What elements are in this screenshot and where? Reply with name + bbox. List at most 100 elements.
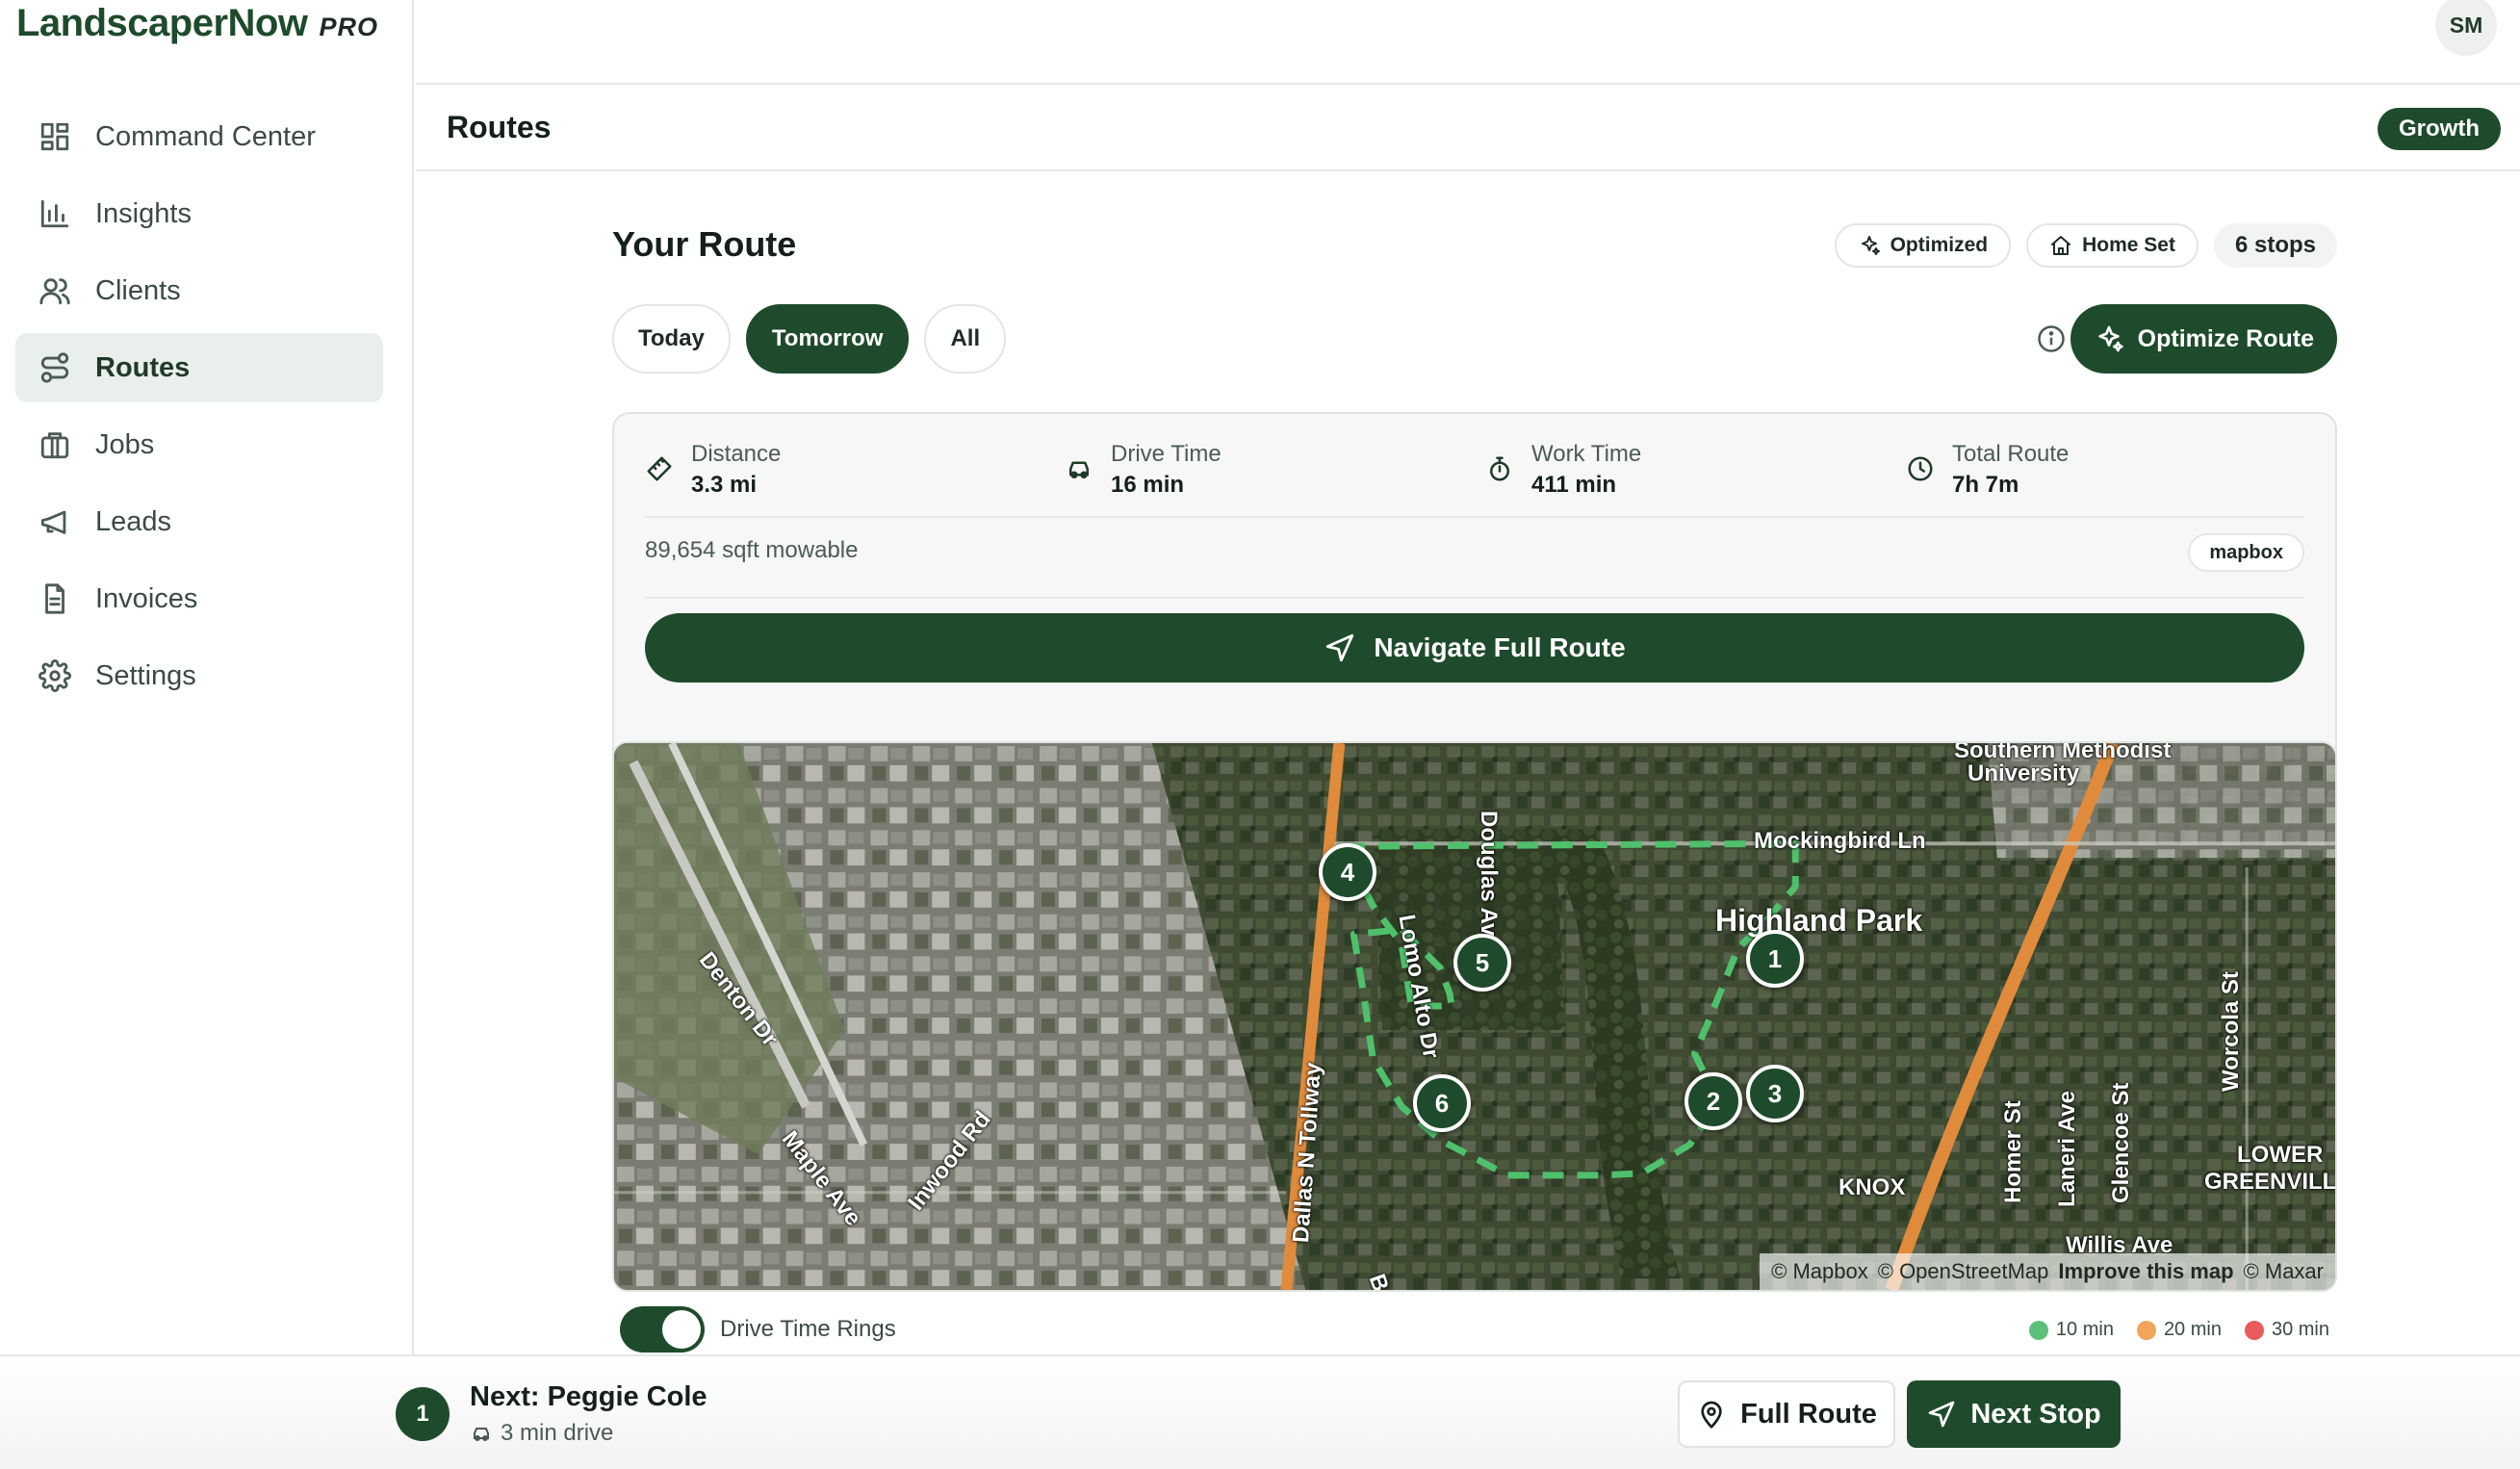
sidebar-item-label: Clients (95, 274, 181, 306)
legend-dot (2136, 1320, 2156, 1340)
avatar[interactable]: SM (2435, 0, 2497, 56)
stat-work-time: Work Time 411 min (1485, 441, 1641, 499)
map-label-smu-2: University (1967, 760, 2080, 786)
stat-label: Drive Time (1111, 441, 1221, 467)
legend-dot (2028, 1320, 2048, 1340)
stops-count-chip: 6 stops (2213, 223, 2337, 268)
stat-value: 16 min (1111, 472, 1185, 498)
route-stop-marker[interactable]: 1 (1746, 930, 1804, 988)
route-stop-marker[interactable]: 5 (1453, 934, 1511, 992)
optimized-chip: Optimized (1834, 223, 2012, 268)
map-provider-badge: mapbox (2188, 533, 2304, 572)
sidebar-item-command-center[interactable]: Command Center (15, 102, 383, 171)
divider (645, 597, 2304, 599)
map-label-worcola: Worcola St (2218, 971, 2244, 1092)
divider (645, 516, 2304, 518)
optimized-chip-label: Optimized (1890, 234, 1989, 256)
stat-label: Distance (691, 441, 782, 467)
attribution-maxar-link[interactable]: © Maxar (2244, 1259, 2324, 1284)
briefcase-icon (40, 432, 69, 459)
map-attribution: © Mapbox © OpenStreetMap Improve this ma… (1760, 1253, 2335, 1290)
sidebar-item-label: Insights (95, 197, 192, 229)
stopwatch-icon (1490, 456, 1509, 481)
sidebar-item-insights[interactable]: Insights (15, 179, 383, 248)
next-stop-button[interactable]: Next Stop (1907, 1380, 2121, 1448)
route-status-chips: Optimized Home Set 6 stops (1834, 223, 2337, 268)
legend-label: 20 min (2163, 1319, 2222, 1340)
route-stop-marker[interactable]: 4 (1319, 843, 1376, 901)
full-route-button[interactable]: Full Route (1678, 1380, 1895, 1448)
plan-badge[interactable]: Growth (2378, 108, 2501, 150)
navigate-full-route-button[interactable]: Navigate Full Route (645, 613, 2304, 683)
drive-time-rings-row: Drive Time Rings 10 min 20 min 30 min (620, 1304, 2337, 1353)
attribution-mapbox-link[interactable]: © Mapbox (1771, 1259, 1868, 1284)
next-stop-drive: 3 min drive (470, 1420, 613, 1447)
brand-logo[interactable]: LandscaperNow PRO (16, 2, 378, 45)
map-pin-icon (1701, 1401, 1722, 1429)
home-icon (2051, 236, 2071, 255)
route-map[interactable]: Southern Methodist University Mockingbir… (612, 741, 2337, 1292)
tab-all[interactable]: All (924, 304, 1007, 374)
info-icon[interactable] (2037, 324, 2066, 353)
sidebar-item-clients[interactable]: Clients (15, 256, 383, 325)
stat-drive-time: Drive Time 16 min (1065, 441, 1221, 499)
sidebar-item-label: Leads (95, 505, 172, 537)
route-icon (40, 352, 69, 383)
bar-chart-icon (40, 199, 69, 228)
navigate-full-route-label: Navigate Full Route (1374, 632, 1626, 662)
page-header: Routes Growth (416, 87, 2520, 171)
tab-tomorrow[interactable]: Tomorrow (745, 304, 910, 374)
next-stop-title: Next: Peggie Cole (470, 1381, 707, 1412)
sidebar-item-routes[interactable]: Routes (15, 333, 383, 402)
stat-label: Total Route (1952, 441, 2070, 467)
map-label-laneri: Laneri Ave (2054, 1091, 2080, 1207)
sidebar-item-label: Routes (95, 351, 191, 383)
route-stop-marker[interactable]: 6 (1413, 1074, 1471, 1132)
car-icon (474, 1428, 489, 1441)
map-label-douglas: Douglas Av (1476, 811, 1502, 937)
map-label-glencoe: Glencoe St (2108, 1082, 2134, 1203)
mowable-sqft: 89,654 sqft mowable (645, 537, 859, 563)
drive-time-rings-label: Drive Time Rings (720, 1316, 896, 1342)
improve-map-link[interactable]: Improve this map (2058, 1259, 2233, 1284)
route-title: Your Route (612, 224, 797, 264)
sidebar-nav: Command Center Insights Clients Routes J… (15, 102, 383, 718)
next-stop-bar: 1 Next: Peggie Cole 3 min drive Full Rou… (0, 1354, 2520, 1469)
map-label-homer: Homer St (2000, 1100, 2026, 1203)
sidebar-item-label: Settings (95, 659, 196, 691)
tab-today[interactable]: Today (612, 304, 731, 374)
map-label-lower: LOWER (2237, 1142, 2324, 1168)
home-set-chip: Home Set (2026, 223, 2199, 268)
car-icon (1069, 461, 1089, 478)
stat-value: 3.3 mi (691, 472, 758, 498)
navigation-arrow-icon (1928, 1401, 1955, 1428)
legend-dot (2244, 1320, 2264, 1340)
sidebar: LandscaperNow PRO Command Center Insight… (0, 0, 414, 1354)
brand-name: LandscaperNow (16, 2, 308, 44)
sidebar-item-invoices[interactable]: Invoices (15, 564, 383, 633)
next-stop-label: Next Stop (1970, 1398, 2101, 1430)
stat-total-route: Total Route 7h 7m (1906, 441, 2069, 499)
sparkle-icon (2097, 325, 2123, 352)
route-stop-marker[interactable]: 3 (1746, 1065, 1804, 1122)
map-label-mockingbird: Mockingbird Ln (1754, 828, 1926, 854)
page-title: Routes (447, 110, 552, 144)
legend-item-10: 10 min (2028, 1319, 2114, 1341)
optimize-route-button[interactable]: Optimize Route (2070, 304, 2337, 374)
sidebar-item-leads[interactable]: Leads (15, 487, 383, 556)
sidebar-item-settings[interactable]: Settings (15, 641, 383, 710)
toggle-knob (662, 1310, 701, 1349)
legend-item-30: 30 min (2244, 1319, 2329, 1341)
navigation-arrow-icon (1326, 633, 1354, 662)
grid-icon (40, 122, 69, 151)
ruler-icon (647, 456, 672, 481)
drive-time-rings-toggle[interactable] (620, 1306, 705, 1353)
attribution-osm-link[interactable]: © OpenStreetMap (1878, 1259, 2049, 1284)
day-tabs: Today Tomorrow All (612, 304, 1007, 374)
route-stop-marker[interactable]: 2 (1684, 1072, 1742, 1130)
sparkle-icon (1861, 236, 1880, 255)
map-label-highland-park: Highland Park (1715, 903, 1923, 938)
sidebar-item-label: Invoices (95, 582, 198, 614)
gear-icon (39, 659, 71, 692)
sidebar-item-jobs[interactable]: Jobs (15, 410, 383, 479)
